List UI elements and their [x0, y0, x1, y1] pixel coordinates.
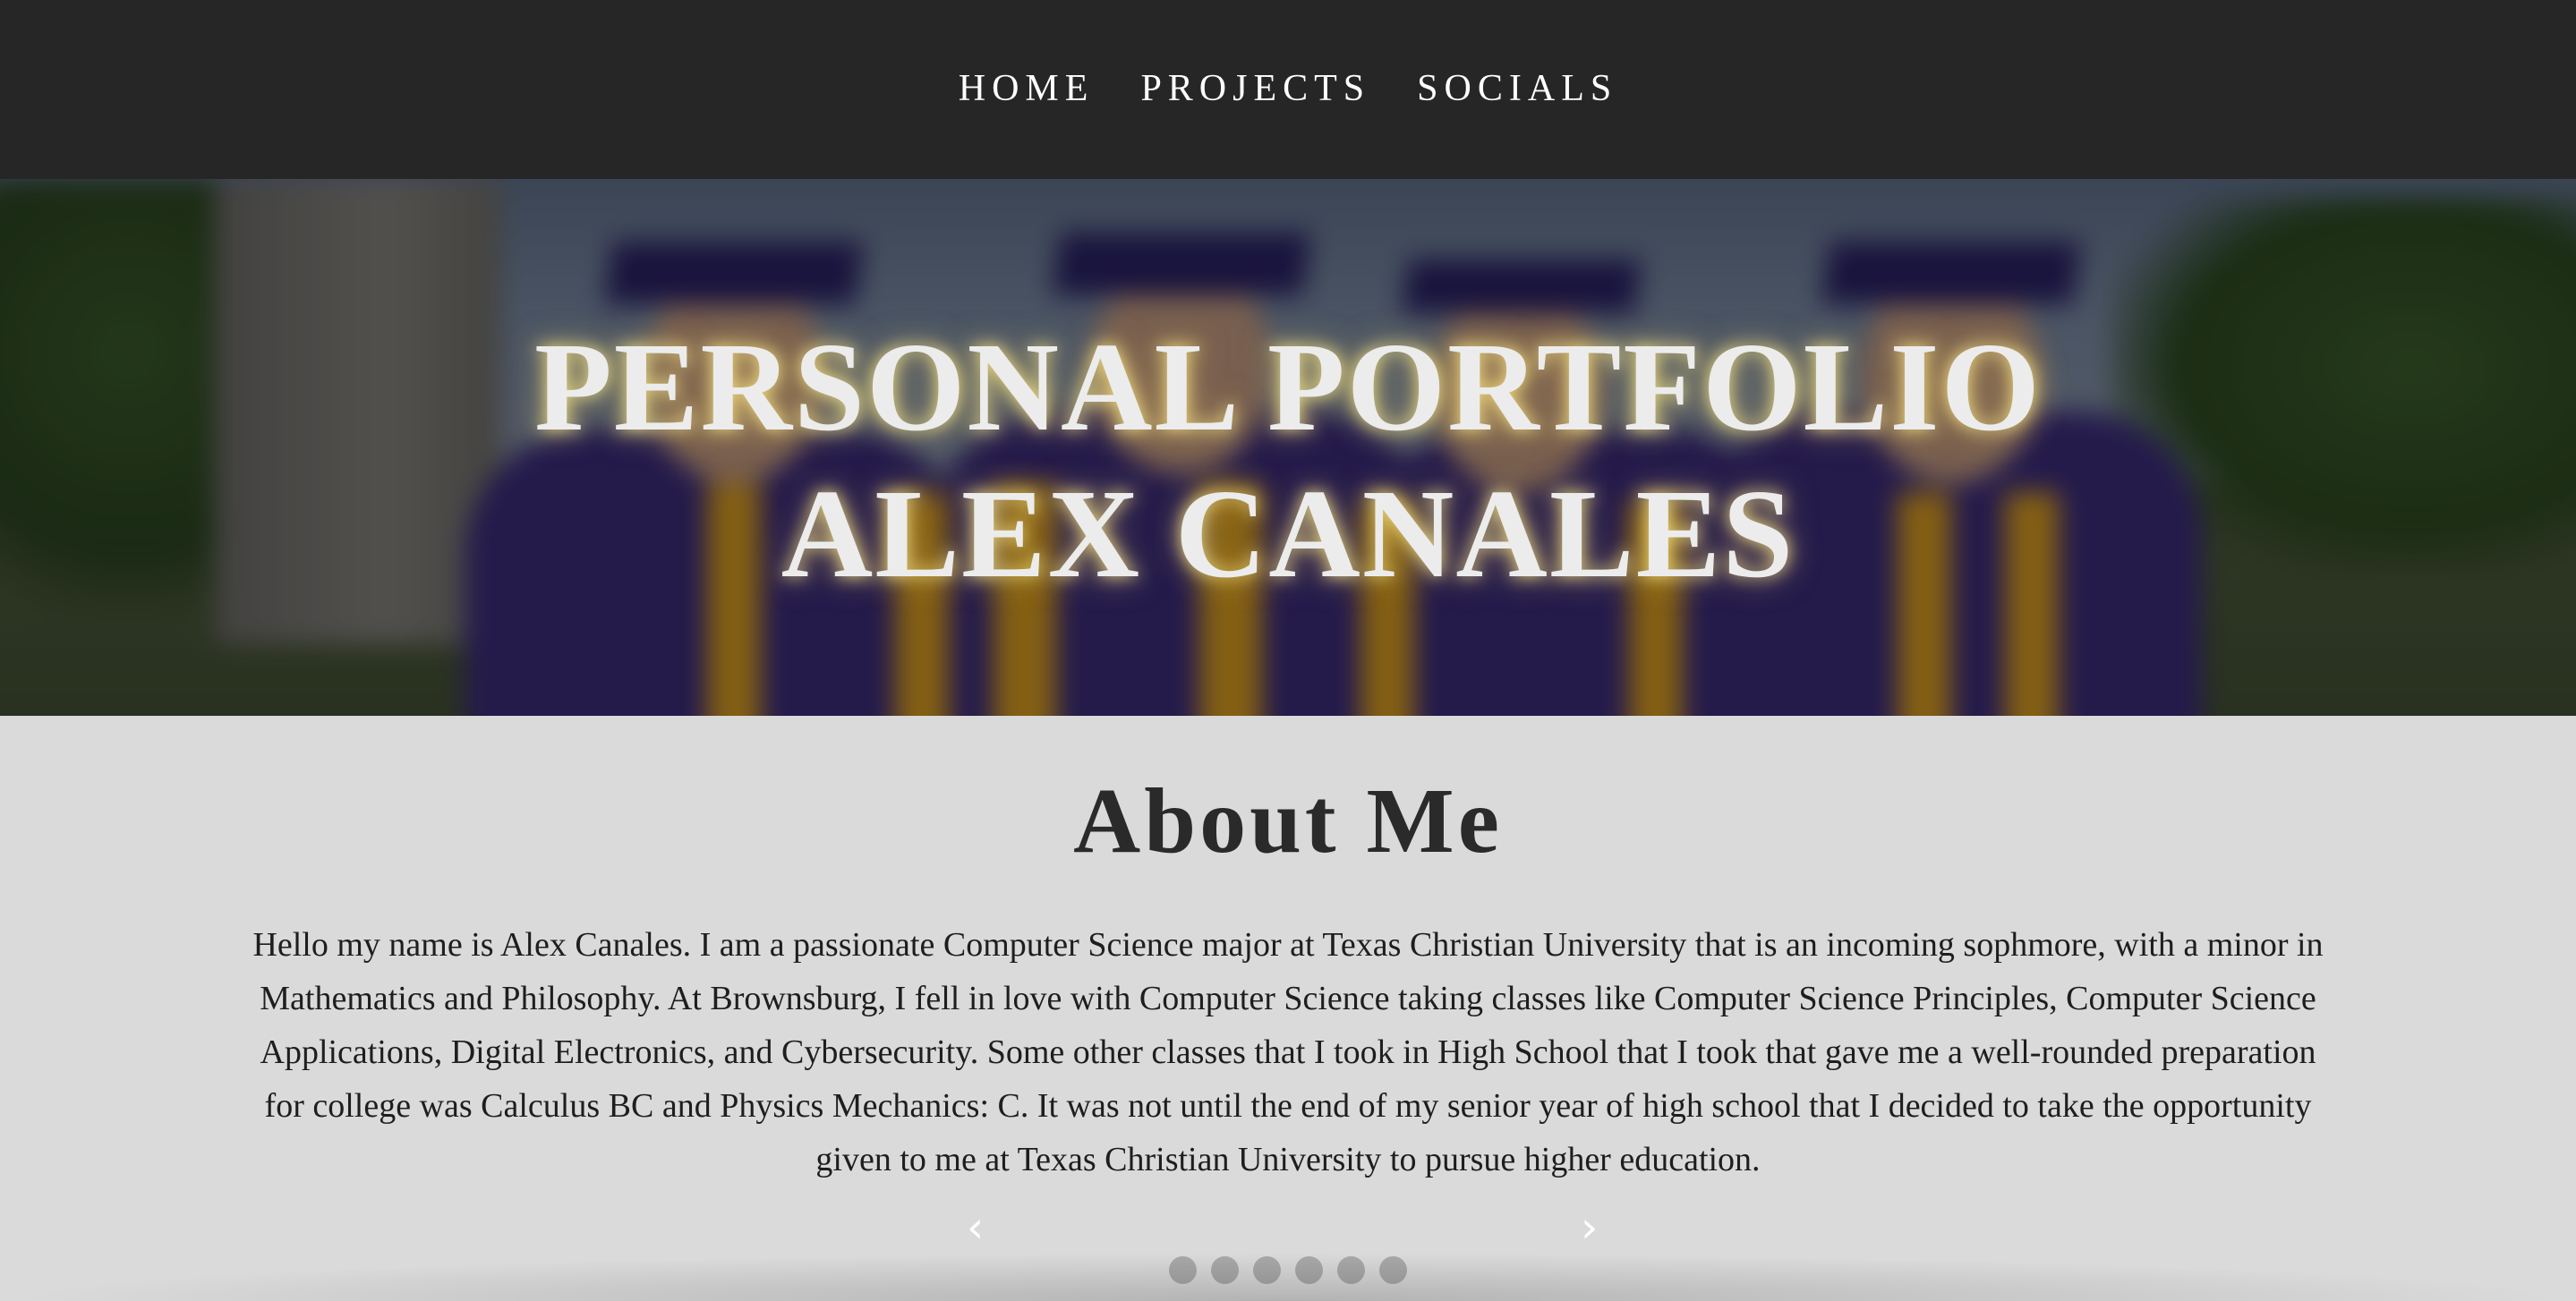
about-section: About Me Hello my name is Alex Canales. … [0, 716, 2576, 1301]
nav-link-home[interactable]: HOME [959, 67, 1095, 110]
nav-link-socials[interactable]: SOCIALS [1417, 67, 1617, 110]
carousel-next-icon[interactable]: › [1581, 1206, 1598, 1249]
carousel-dot-4[interactable] [1295, 1256, 1323, 1284]
top-navbar: HOME PROJECTS SOCIALS [0, 0, 2576, 179]
hero-banner: PERSONAL PORTFOLIO ALEX CANALES [0, 179, 2576, 716]
hero-title: PERSONAL PORTFOLIO ALEX CANALES [0, 313, 2576, 607]
about-paragraph: Hello my name is Alex Canales. I am a pa… [252, 926, 2324, 1178]
nav-menu: HOME PROJECTS SOCIALS [959, 67, 1617, 110]
hero-title-line-portfolio: PERSONAL PORTFOLIO [534, 316, 2042, 457]
carousel-dot-5[interactable] [1337, 1256, 1365, 1284]
about-heading: About Me [1073, 770, 1503, 872]
carousel-prev-icon[interactable]: ‹ [967, 1206, 984, 1249]
hero-title-line-name: ALEX CANALES [780, 463, 1796, 604]
nav-link-projects[interactable]: PROJECTS [1140, 67, 1370, 110]
carousel-dot-3[interactable] [1253, 1256, 1281, 1284]
carousel-dot-6[interactable] [1379, 1256, 1407, 1284]
carousel-indicators [0, 1256, 2576, 1284]
carousel-dot-1[interactable] [1169, 1256, 1197, 1284]
carousel-dot-2[interactable] [1211, 1256, 1239, 1284]
